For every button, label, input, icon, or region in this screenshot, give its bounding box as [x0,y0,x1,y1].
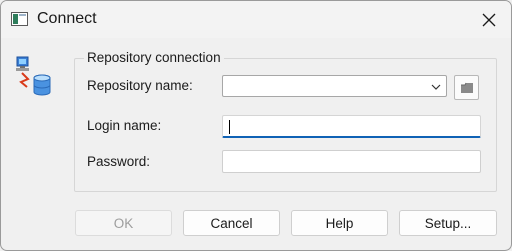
title-bar: Connect [1,1,511,38]
cancel-button[interactable]: Cancel [183,210,280,236]
login-name-label: Login name: [87,118,162,133]
close-icon [482,13,496,26]
chevron-down-icon [431,84,441,90]
text-caret [229,120,230,134]
window-app-icon [11,12,28,26]
login-name-field[interactable] [222,115,481,138]
login-name-input[interactable] [223,116,480,136]
repository-name-combo[interactable] [222,75,447,97]
connect-dialog: Connect Repository connection Repository… [0,0,512,251]
repository-name-label: Repository name: [87,78,193,93]
password-label: Password: [87,154,151,169]
close-button[interactable] [467,1,511,38]
help-button[interactable]: Help [291,210,388,236]
setup-button[interactable]: Setup... [399,210,497,236]
password-input[interactable] [223,151,480,172]
group-legend: Repository connection [84,50,224,65]
folder-browse-icon [460,82,473,93]
database-connection-icon [16,56,51,96]
window-title: Connect [37,10,97,27]
ok-button[interactable]: OK [75,210,172,236]
browse-repository-button[interactable] [454,75,479,100]
password-field[interactable] [222,150,481,173]
